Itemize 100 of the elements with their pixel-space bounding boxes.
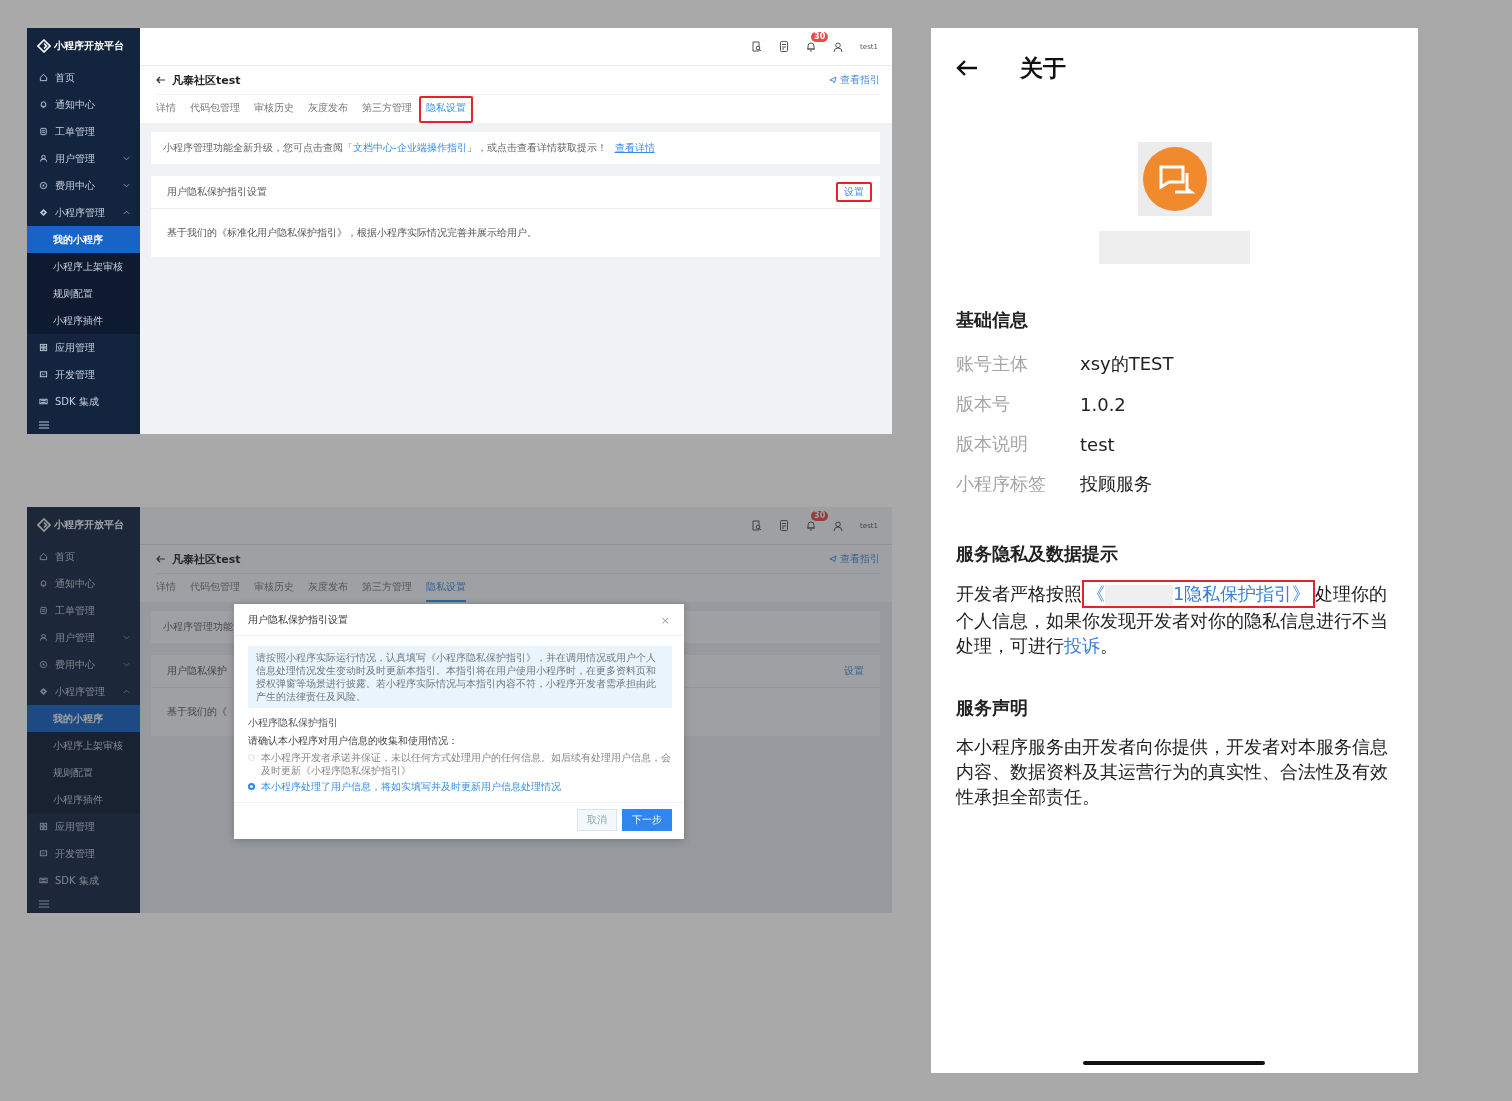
settings-button[interactable]: 设置 <box>836 661 872 681</box>
notice-text: 小程序管理功能 <box>163 620 233 634</box>
info-message: 请按照小程序实际运行情况，认真填写《小程序隐私保护指引》，并在调用情况或用户个人信息处理情况发生变动时及时更新本指引。本指引将在用户使用小程序时，在更多资料页和授权弹窗等场景进行披露。若小程序实际情况与本指引内容不符，小程序开发者需承担由此产生的法律责任及风险。 <box>248 646 672 708</box>
cancel-button[interactable]: 取消 <box>577 808 617 831</box>
statement-text: 本小程序服务由开发者向你提供，开发者对本服务信息内容、数据资料及其运营行为的真实性、合法性及有效性承担全部责任。 <box>956 735 1389 809</box>
sidebar-item[interactable]: 应用管理 <box>27 813 140 840</box>
tab[interactable]: 灰度发布 <box>301 95 355 123</box>
option-label[interactable]: 本小程序开发者承诺并保证，未以任何方式处理用户的任何信息。如后续有处理用户信息，会及时更新《小程序隐私保护指引》 <box>261 752 672 777</box>
document-search-icon[interactable] <box>752 41 763 52</box>
sidebar-item[interactable]: SDK 集成 <box>27 388 140 415</box>
sidebar-item[interactable]: 用户管理 <box>27 624 140 651</box>
bell-icon <box>39 579 48 588</box>
grid-icon <box>39 343 48 352</box>
sidebar-item[interactable]: 规则配置 <box>27 759 140 786</box>
privacy-guide-link[interactable]: 《 1隐私保护指引》 <box>1082 580 1316 608</box>
notification-badge: 30 <box>811 32 829 42</box>
clipboard-icon <box>39 606 48 615</box>
sidebar-item[interactable]: 应用管理 <box>27 334 140 361</box>
tab[interactable]: 隐私设置 <box>419 95 473 123</box>
section-title: 用户隐私保护指引设置 <box>167 185 267 199</box>
info-label: 账号主体 <box>956 352 1029 376</box>
tab[interactable]: 代码包管理 <box>183 574 247 602</box>
document-icon[interactable] <box>779 41 790 52</box>
field-label: 小程序隐私保护指引 <box>248 716 339 730</box>
menu-icon[interactable] <box>39 421 49 429</box>
sidebar-item[interactable]: 工单管理 <box>27 118 140 145</box>
guide-link[interactable]: 查看指引 <box>829 73 880 87</box>
tab[interactable]: 代码包管理 <box>183 95 247 123</box>
notice-link[interactable]: 文档中心-企业端操作指引 <box>353 142 467 153</box>
settings-button[interactable]: 设置 <box>836 182 872 202</box>
sidebar-item[interactable]: 首页 <box>27 543 140 570</box>
sidebar-item[interactable]: 小程序插件 <box>27 786 140 813</box>
bell-icon[interactable] <box>806 41 817 52</box>
tab[interactable]: 灰度发布 <box>301 574 355 602</box>
sidebar-item[interactable]: 开发管理 <box>27 361 140 388</box>
next-button[interactable]: 下一步 <box>622 808 672 831</box>
complaint-link[interactable]: 投诉 <box>1064 635 1100 656</box>
tab[interactable]: 详情 <box>149 574 183 602</box>
sidebar-item[interactable]: 费用中心 <box>27 651 140 678</box>
sidebar-item[interactable]: 通知中心 <box>27 570 140 597</box>
diamond-icon <box>39 208 48 217</box>
app-icon <box>1137 142 1212 216</box>
tab[interactable]: 审核历史 <box>247 574 301 602</box>
user-icon <box>39 633 48 642</box>
option-label[interactable]: 本小程序处理了用户信息，将如实填写并及时更新用户信息处理情况 <box>261 781 561 794</box>
target-icon <box>39 660 48 669</box>
sidebar-item[interactable]: 用户管理 <box>27 145 140 172</box>
screen-title: 关于 <box>1020 53 1066 83</box>
page-title: 凡泰社区test <box>172 72 242 88</box>
back-arrow-icon[interactable] <box>156 76 166 84</box>
back-arrow-icon[interactable] <box>956 59 978 77</box>
user-icon[interactable] <box>833 520 844 531</box>
info-label: 版本说明 <box>956 432 1029 456</box>
sidebar-item[interactable]: 工单管理 <box>27 597 140 624</box>
user-icon <box>39 154 48 163</box>
sidebar-item[interactable]: 规则配置 <box>27 280 140 307</box>
section-heading: 服务声明 <box>956 696 1029 720</box>
document-icon[interactable] <box>779 520 790 531</box>
guide-link[interactable]: 查看指引 <box>829 552 880 566</box>
keyboard-icon <box>39 397 48 406</box>
privacy-text: 开发者严格按照 《 1隐私保护指引》 处理你的个人信息，如果你发现开发者对你的隐私信息进行不当处理，可进行投诉。 <box>956 580 1393 658</box>
sidebar-item[interactable]: 首页 <box>27 64 140 91</box>
document-search-icon[interactable] <box>752 520 763 531</box>
section-heading: 基础信息 <box>956 308 1029 332</box>
monitor-icon <box>39 370 48 379</box>
radio-button[interactable] <box>248 783 255 790</box>
sidebar-item[interactable]: 小程序上架审核 <box>27 732 140 759</box>
redaction-bar <box>1105 585 1173 605</box>
sidebar-item[interactable]: 我的小程序 <box>27 226 140 253</box>
close-button[interactable]: × <box>660 613 670 627</box>
section-description: 基于我们的《 <box>167 706 227 717</box>
sidebar-item[interactable]: 费用中心 <box>27 172 140 199</box>
send-icon <box>829 555 837 563</box>
sidebar-item[interactable]: 小程序管理 <box>27 678 140 705</box>
sidebar-item[interactable]: 小程序插件 <box>27 307 140 334</box>
dialog-title: 用户隐私保护指引设置 <box>248 613 348 627</box>
home-icon <box>39 73 48 82</box>
tab[interactable]: 第三方管理 <box>355 574 419 602</box>
info-value: test <box>1080 433 1115 455</box>
user-icon[interactable] <box>833 41 844 52</box>
sidebar-item[interactable]: 开发管理 <box>27 840 140 867</box>
menu-icon[interactable] <box>39 900 49 908</box>
info-label: 版本号 <box>956 392 1011 416</box>
sidebar-item[interactable]: 通知中心 <box>27 91 140 118</box>
sidebar-item[interactable]: 我的小程序 <box>27 705 140 732</box>
sidebar-item[interactable]: SDK 集成 <box>27 867 140 894</box>
bell-icon[interactable] <box>806 520 817 531</box>
notice-link[interactable]: 查看详情 <box>614 142 655 153</box>
sidebar-item[interactable]: 小程序管理 <box>27 199 140 226</box>
platform-name: 小程序开放平台 <box>54 518 124 532</box>
tab[interactable]: 详情 <box>149 95 183 123</box>
notice-text: 小程序管理功能全新升级，您可点击查阅「文档中心-企业端操作指引」，或点击查看详情获取提示！ 查看详情 <box>163 141 655 155</box>
tab[interactable]: 审核历史 <box>247 95 301 123</box>
tab[interactable]: 隐私设置 <box>419 574 473 602</box>
tab[interactable]: 第三方管理 <box>355 95 419 123</box>
notification-badge: 30 <box>811 511 829 521</box>
sidebar-item[interactable]: 小程序上架审核 <box>27 253 140 280</box>
keyboard-icon <box>39 876 48 885</box>
section-description: 基于我们的《标准化用户隐私保护指引》，根据小程序实际情况完善并展示给用户。 <box>167 227 537 238</box>
diamond-icon <box>39 687 48 696</box>
